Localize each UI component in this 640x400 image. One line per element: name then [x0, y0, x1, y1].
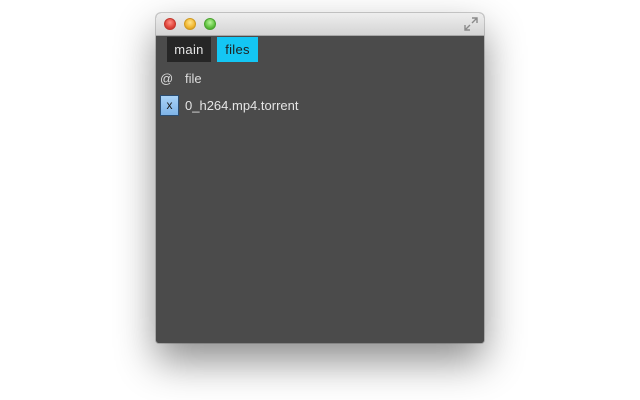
fullscreen-icon[interactable]: [464, 17, 478, 31]
file-column-header: file: [185, 71, 202, 86]
close-icon[interactable]: [164, 18, 176, 30]
tab-main[interactable]: main: [167, 37, 211, 62]
file-name: 0_h264.mp4.torrent: [185, 98, 299, 113]
app-window: main files @ file x 0_h264.mp4.torrent: [156, 13, 484, 343]
remove-file-button[interactable]: x: [160, 95, 179, 116]
zoom-icon[interactable]: [204, 18, 216, 30]
file-list-header: @ file: [156, 71, 484, 89]
at-symbol-icon: @: [160, 71, 174, 86]
title-bar[interactable]: [156, 13, 484, 36]
tab-files[interactable]: files: [217, 37, 258, 62]
main-content: main files @ file x 0_h264.mp4.torrent: [156, 36, 484, 343]
list-item: x 0_h264.mp4.torrent: [156, 95, 484, 117]
minimize-icon[interactable]: [184, 18, 196, 30]
